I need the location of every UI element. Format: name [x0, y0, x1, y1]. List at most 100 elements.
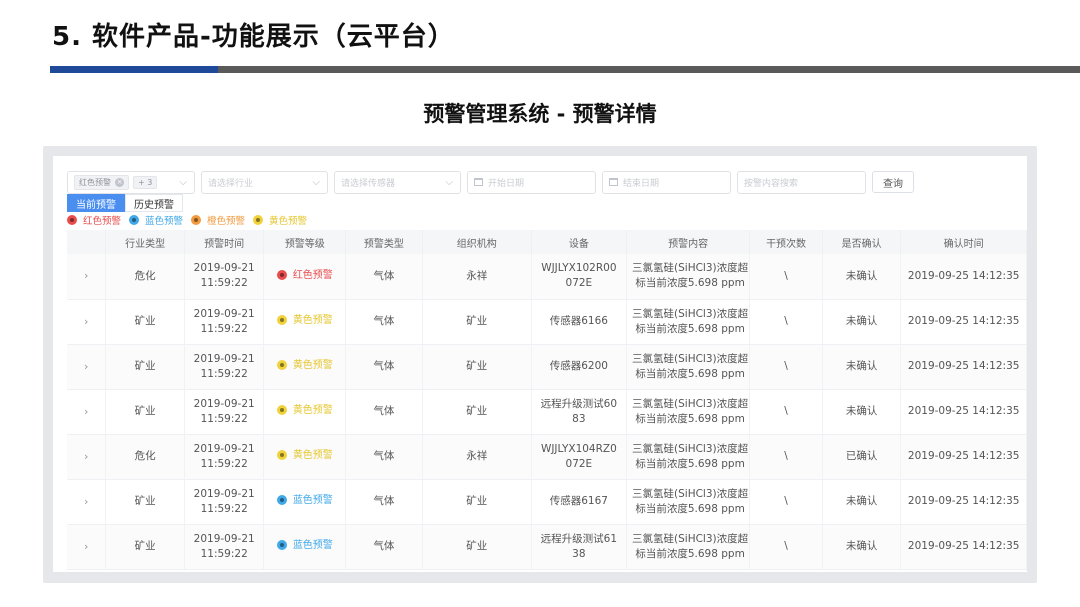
level-cell: 蓝色预警	[263, 524, 347, 570]
confirm-time-cell: 2019-09-25 14:12:35	[900, 344, 1027, 390]
column-header[interactable]: 预警内容	[626, 230, 751, 254]
table-row[interactable]: › 矿业 2019-09-21 11:59:22 黄色预警 气体 矿业 远程升级测试6083 三…	[67, 389, 1027, 435]
search-input[interactable]: 按警内容搜索	[737, 170, 866, 194]
time-clock: 11:59:22	[200, 277, 248, 290]
level-label: 蓝色预警	[292, 539, 333, 551]
tab-history-warnings[interactable]: 历史预警	[125, 194, 183, 212]
close-icon[interactable]: ×	[115, 177, 124, 187]
content-cell: 三氯氢硅(SiHCl3)浓度超标当前浓度5.698 ppm	[626, 524, 751, 570]
chevron-right-icon[interactable]: ›	[84, 405, 88, 418]
org-cell: 永祥	[422, 254, 532, 300]
start-date-placeholder: 开始日期	[488, 178, 525, 189]
tab-current-warnings[interactable]: 当前预警	[67, 194, 125, 212]
end-date-input[interactable]: 结束日期	[602, 170, 731, 194]
industry-cell: 矿业	[105, 479, 185, 525]
column-header[interactable]: 确认时间	[900, 230, 1027, 254]
expand-cell[interactable]: ›	[67, 479, 107, 525]
expand-cell[interactable]: ›	[67, 434, 107, 480]
device-cell: 传感器6200	[531, 344, 627, 390]
count-cell: \	[749, 344, 823, 390]
table-row[interactable]: › 危化 2019-09-21 11:59:22 红色预警 气体 永祥 WJJLYX102R0…	[67, 254, 1027, 300]
slide-title: 5. 软件产品-功能展示（云平台）	[52, 22, 455, 52]
column-header[interactable]: 预警类型	[345, 230, 423, 254]
expand-cell[interactable]: ›	[67, 389, 107, 435]
content-cell: 三氯氢硅(SiHCl3)浓度超标当前浓度5.698 ppm	[626, 389, 751, 435]
table-row[interactable]: › 矿业 2019-09-21 11:59:22 蓝色预警 气体 矿业 远程升级测试6138 三…	[67, 524, 1027, 570]
time-clock: 11:59:22	[200, 367, 248, 380]
start-date-input[interactable]: 开始日期	[467, 170, 596, 194]
type-cell: 气体	[345, 299, 423, 345]
level-label: 红色预警	[292, 269, 333, 281]
column-header[interactable]: 是否确认	[822, 230, 902, 254]
expand-cell[interactable]: ›	[67, 254, 107, 300]
column-header[interactable]: 干预次数	[749, 230, 823, 254]
chevron-right-icon[interactable]: ›	[84, 269, 88, 282]
confirmed-cell: 未确认	[822, 299, 902, 345]
type-cell: 气体	[345, 524, 423, 570]
table-row[interactable]: › 矿业 2019-09-21 11:59:22 黄色预警 气体 矿业 传感器6200 三氯氢硅…	[67, 344, 1027, 390]
device-cell: 远程升级测试6083	[531, 389, 627, 435]
time-cell: 2019-09-21 11:59:22	[184, 389, 265, 435]
level-badge: 红色预警	[276, 268, 333, 283]
slide-subtitle: 预警管理系统 - 预警详情	[423, 102, 657, 126]
column-header	[67, 230, 107, 254]
expand-cell[interactable]: ›	[67, 524, 107, 570]
sensor-select[interactable]: 请选择传感器 ⌵	[334, 170, 461, 194]
column-header[interactable]: 预警时间	[184, 230, 265, 254]
column-header[interactable]: 行业类型	[105, 230, 185, 254]
count-cell: \	[749, 299, 823, 345]
count-cell: \	[749, 524, 823, 570]
expand-cell[interactable]: ›	[67, 344, 107, 390]
time-date: 2019-09-21	[193, 397, 255, 410]
level-badge: 蓝色预警	[276, 493, 333, 508]
confirm-time-cell: 2019-09-25 14:12:35	[900, 389, 1027, 435]
confirmed-cell: 未确认	[822, 254, 902, 300]
table-row[interactable]: › 矿业 2019-09-21 11:59:22 黄色预警 气体 矿业 传感器6166 三氯氢硅…	[67, 299, 1027, 345]
column-header[interactable]: 设备	[531, 230, 627, 254]
chevron-right-icon[interactable]: ›	[84, 360, 88, 373]
yellow-dot-icon	[253, 215, 264, 225]
chevron-right-icon[interactable]: ›	[84, 315, 88, 328]
time-date: 2019-09-21	[193, 442, 255, 455]
time-cell: 2019-09-21 11:59:22	[184, 254, 265, 300]
content-cell: 三氯氢硅(SiHCl3)浓度超标当前浓度5.698 ppm	[626, 254, 751, 300]
query-button[interactable]: 查询	[872, 171, 914, 193]
chevron-right-icon[interactable]: ›	[84, 540, 88, 553]
table-row[interactable]: › 危化 2019-09-21 11:59:22 黄色预警 气体 永祥 WJJLYX104RZ…	[67, 434, 1027, 480]
chevron-down-icon: ⌵	[445, 176, 453, 188]
content-cell: 三氯氢硅(SiHCl3)浓度超标当前浓度5.698 ppm	[626, 434, 751, 480]
warning-detail-panel: 红色预警 × + 3 ⌵ 请选择行业 ⌵ 请选择传感器 ⌵ 开始日期 结束日期 按…	[53, 156, 1027, 572]
time-cell: 2019-09-21 11:59:22	[184, 479, 265, 525]
table-row[interactable]: › 矿业 2019-09-21 11:59:22 蓝色预警 气体 矿业 传感器6167 三氯氢硅…	[67, 479, 1027, 525]
confirmed-cell: 未确认	[822, 389, 902, 435]
industry-select[interactable]: 请选择行业 ⌵	[201, 170, 328, 194]
time-cell: 2019-09-21 11:59:22	[184, 524, 265, 570]
count-cell: \	[749, 389, 823, 435]
level-tag[interactable]: 红色预警 ×	[74, 174, 129, 190]
confirm-time-cell: 2019-09-25 14:12:35	[900, 254, 1027, 300]
column-header[interactable]: 预警等级	[263, 230, 347, 254]
time-date: 2019-09-21	[193, 487, 255, 500]
more-tag: + 3	[133, 175, 158, 189]
level-badge: 蓝色预警	[276, 538, 333, 553]
column-header[interactable]: 组织机构	[422, 230, 532, 254]
org-cell: 永祥	[422, 434, 532, 480]
level-cell: 黄色预警	[263, 389, 347, 435]
blue-dot-icon	[276, 540, 287, 551]
legend-label: 橙色预警	[207, 216, 246, 227]
chevron-right-icon[interactable]: ›	[84, 450, 88, 463]
confirm-time-cell: 2019-09-25 14:12:35	[900, 479, 1027, 525]
level-label: 蓝色预警	[292, 494, 333, 506]
table-body: › 危化 2019-09-21 11:59:22 红色预警 气体 永祥 WJJLYX102R0…	[67, 254, 1027, 570]
time-clock: 11:59:22	[200, 457, 248, 470]
warning-table: 行业类型 预警时间 预警等级 预警类型 组织机构 设备 预警内容 干预次数 是否…	[67, 230, 1027, 570]
time-clock: 11:59:22	[200, 547, 248, 560]
chevron-right-icon[interactable]: ›	[84, 495, 88, 508]
type-cell: 气体	[345, 434, 423, 480]
level-label: 黄色预警	[292, 404, 333, 416]
level-tag-label: 红色预警	[79, 177, 111, 187]
level-select[interactable]: 红色预警 × + 3 ⌵	[67, 170, 195, 194]
time-clock: 11:59:22	[200, 412, 248, 425]
sensor-placeholder: 请选择传感器	[341, 178, 396, 189]
expand-cell[interactable]: ›	[67, 299, 107, 345]
